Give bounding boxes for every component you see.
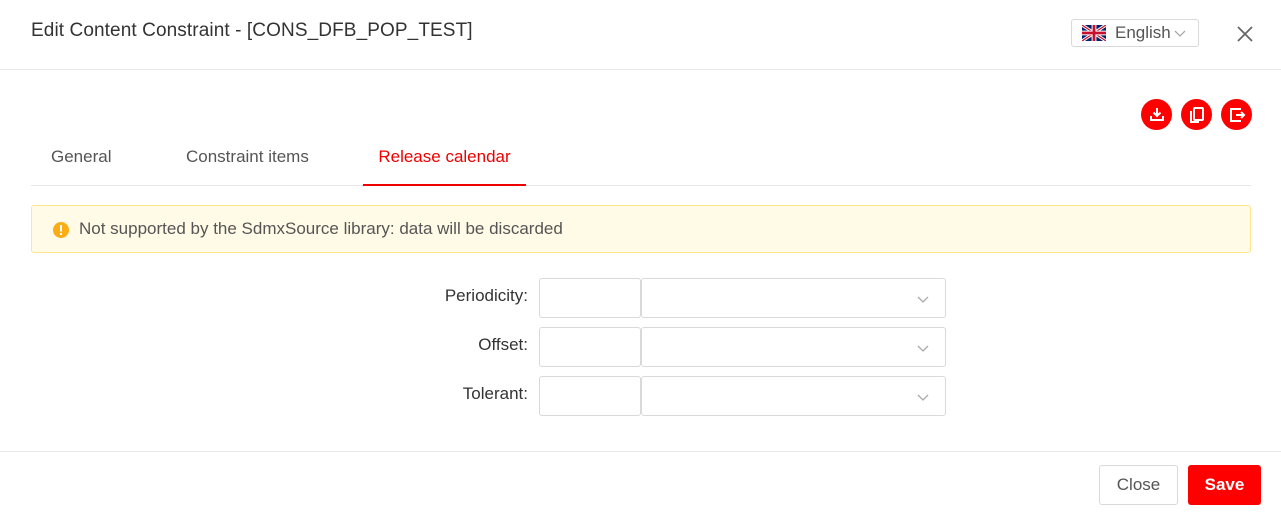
tolerance-unit-select[interactable]	[641, 376, 946, 416]
tolerance-value-input[interactable]	[539, 376, 641, 416]
close-icon[interactable]	[1236, 25, 1254, 43]
warning-icon	[53, 222, 69, 238]
offset-row: Offset:	[0, 327, 1281, 367]
offset-label: Offset:	[478, 335, 528, 354]
chevron-down-icon	[917, 345, 929, 352]
copy-button[interactable]	[1181, 99, 1212, 130]
alert-message: Not supported by the SdmxSource library:…	[79, 219, 563, 238]
uk-flag-icon	[1082, 25, 1106, 41]
dialog-title: Edit Content Constraint - [CONS_DFB_POP_…	[31, 20, 473, 41]
periodicity-label: Periodicity:	[444, 286, 528, 305]
periodicity-row: Periodicity:	[0, 278, 1281, 318]
tab-constraint-items[interactable]: Constraint items	[186, 133, 309, 184]
chevron-down-icon	[1174, 30, 1186, 37]
save-button[interactable]: Save	[1188, 465, 1261, 505]
chevron-down-icon	[917, 394, 929, 401]
offset-value-input[interactable]	[539, 327, 641, 367]
tolerance-row: Tolerant:	[0, 376, 1281, 416]
dialog-header: Edit Content Constraint - [CONS_DFB_POP_…	[0, 0, 1281, 70]
tab-bar: General Constraint items Release calenda…	[31, 133, 1251, 186]
export-icon	[1229, 107, 1245, 122]
tolerance-label: Tolerant:	[462, 384, 528, 403]
edit-content-constraint-dialog: Edit Content Constraint - [CONS_DFB_POP_…	[0, 0, 1281, 517]
language-select[interactable]: English	[1071, 19, 1199, 47]
tab-release-calendar[interactable]: Release calendar	[363, 133, 526, 186]
download-button[interactable]	[1141, 99, 1172, 130]
close-button[interactable]: Close	[1099, 465, 1178, 505]
tab-general[interactable]: General	[51, 133, 111, 184]
periodicity-unit-select[interactable]	[641, 278, 946, 318]
download-icon	[1149, 107, 1164, 121]
export-button[interactable]	[1221, 99, 1252, 130]
warning-alert: Not supported by the SdmxSource library:…	[31, 205, 1251, 253]
copy-icon	[1189, 106, 1204, 123]
periodicity-value-input[interactable]	[539, 278, 641, 318]
dialog-footer: Close Save	[0, 451, 1281, 518]
chevron-down-icon	[917, 296, 929, 303]
offset-unit-select[interactable]	[641, 327, 946, 367]
language-label: English	[1115, 23, 1171, 42]
